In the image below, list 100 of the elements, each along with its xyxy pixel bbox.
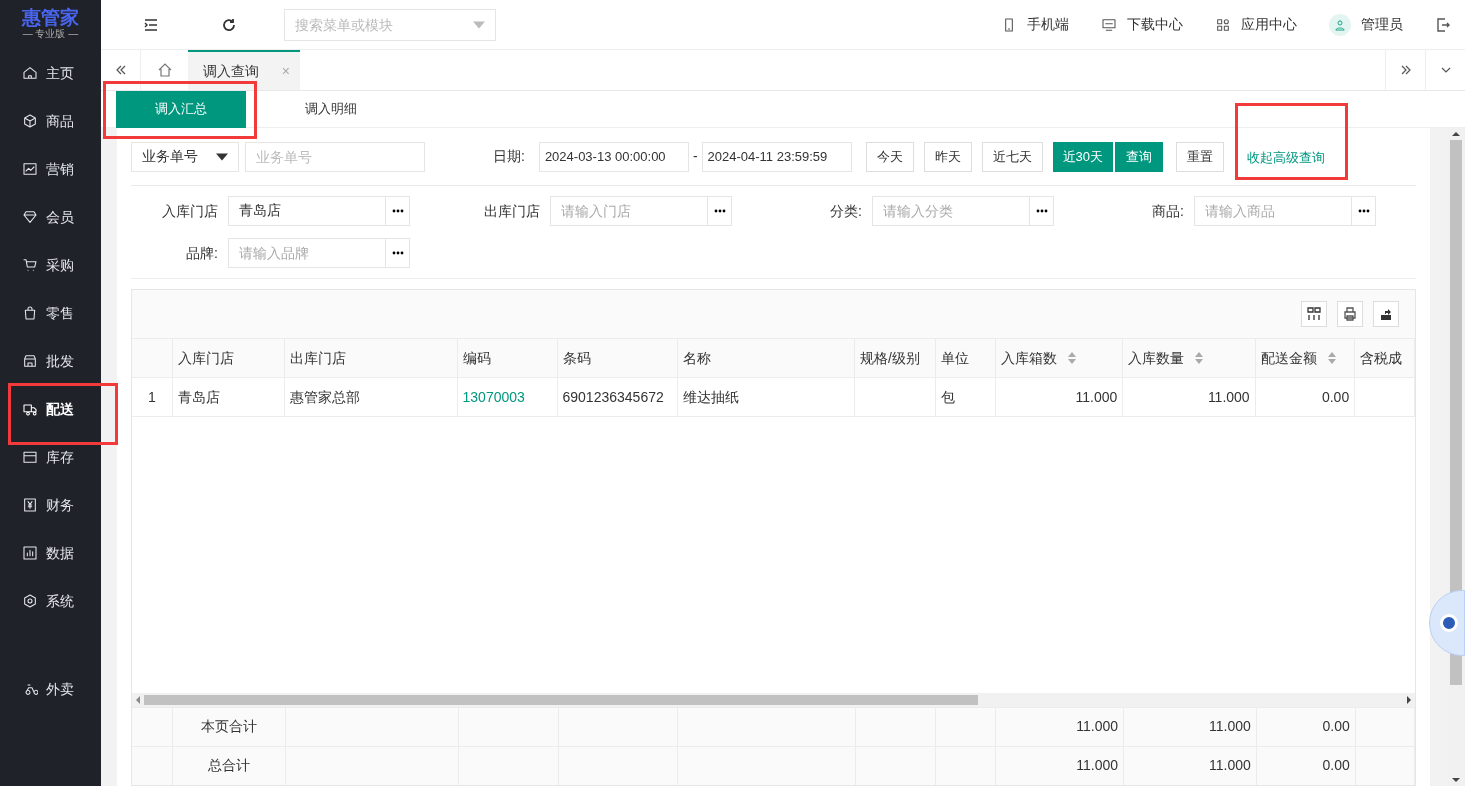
sidebar-item[interactable]: 配送 [0, 385, 101, 433]
sub-tab[interactable]: 调入明细 [266, 90, 396, 128]
bar-chart-icon [22, 545, 38, 561]
table-cell: 0.00 [1256, 746, 1356, 785]
ellipsis-icon [713, 209, 726, 213]
search-input[interactable]: 搜索菜单或模块 [295, 9, 473, 40]
table-cell: 11.000 [995, 377, 1123, 417]
header-link[interactable]: 下载中心 [1101, 14, 1183, 35]
date-field[interactable]: 2024-03-13 00:00:00 [538, 141, 689, 172]
sort-icon [1066, 352, 1077, 364]
input-field[interactable]: 青岛店 [228, 196, 410, 226]
ellipsis-icon [1357, 209, 1370, 213]
date-range-button[interactable]: 今天 [865, 141, 914, 172]
column-header[interactable]: 入库箱数 [995, 338, 1123, 378]
input-field[interactable]: 请输入品牌 [228, 238, 410, 268]
sort-icon [1194, 352, 1205, 364]
sidebar-item[interactable]: 库存 [0, 433, 101, 481]
sidebar-item[interactable]: 会员 [0, 193, 101, 241]
truck-icon [22, 401, 38, 417]
column-header: 名称 [677, 338, 855, 378]
cube-icon [22, 113, 38, 129]
export-icon[interactable] [1373, 301, 1399, 327]
input-field[interactable]: 请输入商品 [1194, 196, 1376, 226]
column-header: 入库门店 [172, 338, 285, 378]
cart-icon [22, 257, 38, 273]
sidebar-item[interactable]: 主页 [0, 49, 101, 97]
table-cell: 青岛店 [172, 377, 285, 417]
table-cell: 本页合计 [172, 707, 286, 746]
horizontal-scrollbar[interactable] [132, 692, 1415, 707]
table-cell: 包 [935, 377, 996, 417]
logo-subtitle: — 专业版 — [22, 28, 79, 40]
input-field[interactable]: 请输入分类 [872, 196, 1054, 226]
dropdown-caret-icon [473, 20, 485, 29]
menu-icon[interactable] [143, 16, 159, 33]
table-cell: 维达抽纸 [677, 377, 855, 417]
store-icon [22, 353, 38, 369]
table-cell: 11.000 [1123, 746, 1257, 785]
home-icon [22, 65, 38, 81]
header-link[interactable]: 管理员 [1329, 13, 1403, 36]
field-label: 入库门店 [161, 201, 219, 221]
home-icon[interactable] [156, 62, 173, 78]
query-button[interactable]: 查询 [1115, 141, 1164, 172]
input-text[interactable]: 请输入商品 [1195, 197, 1351, 225]
apps-icon [1215, 16, 1231, 33]
date-field[interactable]: 2024-04-11 23:59:59 [701, 141, 852, 172]
refresh-icon[interactable] [221, 16, 237, 33]
sidebar-item[interactable]: 营销 [0, 145, 101, 193]
column-header[interactable]: 入库数量 [1122, 338, 1256, 378]
sidebar-item[interactable]: 批发 [0, 337, 101, 385]
logout-icon[interactable] [1435, 16, 1451, 33]
date-range-button[interactable]: 近30天 [1052, 141, 1114, 172]
print-icon[interactable] [1337, 301, 1363, 327]
ellipsis-icon [1035, 209, 1048, 213]
sidebar-item[interactable]: 系统 [0, 577, 101, 625]
columns-icon[interactable] [1301, 301, 1327, 327]
table-cell: 13070003 [457, 377, 557, 417]
table-cell: 11.000 [1123, 707, 1257, 746]
sidebar-item[interactable]: 财务 [0, 481, 101, 529]
column-header: 出库门店 [284, 338, 458, 378]
search-field[interactable]: 搜索菜单或模块 [284, 8, 496, 41]
table-cell: 6901236345672 [557, 377, 678, 417]
header-link[interactable]: 应用中心 [1215, 14, 1297, 35]
ellipsis-icon [391, 251, 404, 255]
column-header: 单位 [935, 338, 996, 378]
bag-icon [22, 305, 38, 321]
column-header[interactable]: 配送金额 [1255, 338, 1355, 378]
tab[interactable]: 调入查询 × [188, 50, 300, 90]
reset-button[interactable]: 重置 [1176, 141, 1225, 172]
table-cell: 总合计 [172, 746, 286, 785]
sidebar-item[interactable]: 数据 [0, 529, 101, 577]
yen-icon [22, 497, 38, 513]
column-header: 规格/级别 [854, 338, 936, 378]
input-text[interactable]: 青岛店 [229, 197, 385, 225]
sidebar-item[interactable]: 商品 [0, 97, 101, 145]
input-text[interactable]: 请输入品牌 [229, 239, 385, 267]
type-select[interactable]: 业务单号 [131, 141, 239, 172]
column-header: 编码 [457, 338, 557, 378]
table-cell: 11.000 [1122, 377, 1256, 417]
table-cell: 0.00 [1255, 377, 1355, 417]
sidebar-item[interactable]: 采购 [0, 241, 101, 289]
dropdown-caret-icon [216, 152, 228, 161]
input-field[interactable]: 业务单号 [245, 141, 425, 172]
input-field[interactable]: 请输入门店 [550, 196, 732, 226]
ellipsis-icon [391, 209, 404, 213]
field-label: 品牌: [185, 243, 219, 263]
date-range-button[interactable]: 近七天 [981, 141, 1043, 172]
date-range-button[interactable]: 昨天 [923, 141, 972, 172]
chart-icon [22, 161, 38, 177]
field-label: 商品: [1151, 201, 1185, 221]
date-label: 日期: [493, 147, 525, 166]
monitor-icon [1101, 16, 1117, 33]
advanced-query-link[interactable]: 收起高级查询 [1247, 149, 1326, 165]
input-text[interactable]: 请输入门店 [551, 197, 707, 225]
date-separator: - [692, 147, 698, 166]
sidebar-item[interactable]: 零售 [0, 289, 101, 337]
sub-tab[interactable]: 调入汇总 [116, 90, 246, 128]
header-link[interactable]: 手机端 [1001, 14, 1069, 35]
input-text[interactable]: 请输入分类 [873, 197, 1029, 225]
bicycle-icon [22, 681, 38, 697]
sidebar-item[interactable]: 外卖 [0, 665, 101, 713]
